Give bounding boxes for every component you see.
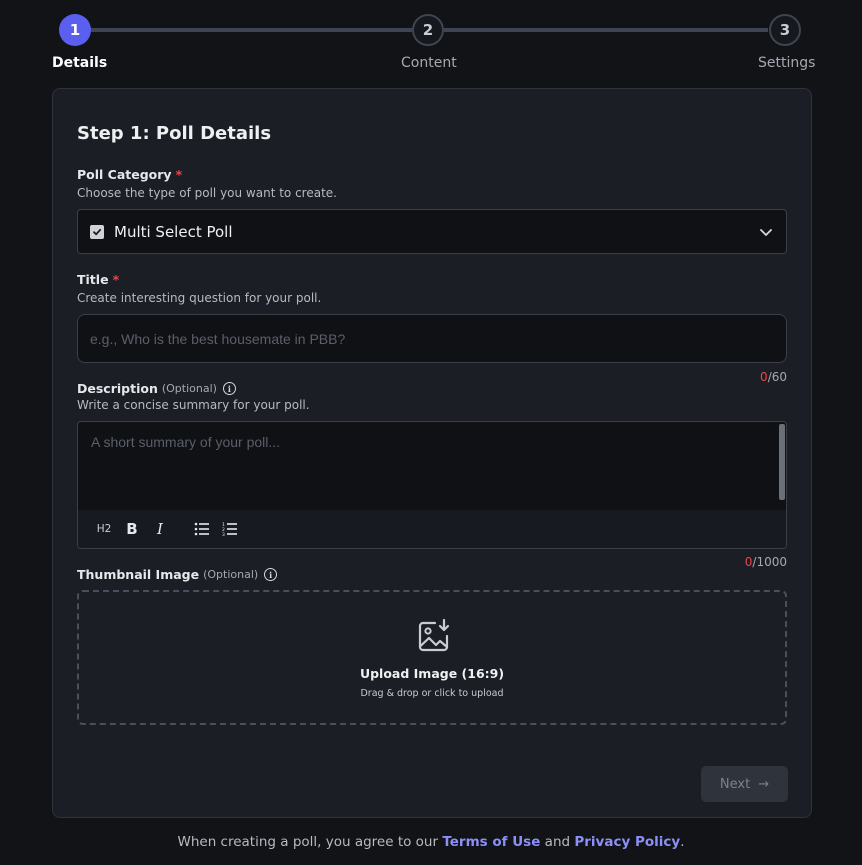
thumbnail-upload-dropzone[interactable]: Upload Image (16:9) Drag & drop or click…: [77, 590, 787, 725]
stepper: 1 2 3 Details Content Settings: [0, 0, 862, 80]
step-3-indicator[interactable]: 3: [769, 14, 801, 46]
optional-tag: (Optional): [203, 568, 259, 581]
next-button[interactable]: Next →: [701, 766, 788, 802]
heading-2-button[interactable]: H2: [90, 515, 118, 543]
title-label: Title *: [77, 272, 119, 287]
title-help: Create interesting question for your pol…: [77, 291, 322, 305]
step-2-indicator[interactable]: 2: [412, 14, 444, 46]
selected-category: Multi Select Poll: [114, 222, 233, 241]
step-3-label: Settings: [758, 55, 816, 71]
description-label: Description (Optional) i: [77, 381, 236, 396]
chevron-down-icon: [760, 229, 772, 236]
scrollbar[interactable]: [779, 424, 785, 500]
category-help: Choose the type of poll you want to crea…: [77, 186, 337, 200]
step-1-indicator[interactable]: 1: [59, 14, 91, 46]
description-placeholder: A short summary of your poll...: [91, 434, 281, 450]
description-char-counter: 0/1000: [745, 555, 787, 569]
step-2-label: Content: [401, 55, 457, 71]
title-input[interactable]: [77, 314, 787, 363]
upload-subtitle: Drag & drop or click to upload: [360, 688, 504, 699]
description-editor[interactable]: A short summary of your poll... H2 B I 1…: [77, 421, 787, 549]
svg-text:3: 3: [222, 532, 225, 536]
image-upload-icon: [418, 618, 450, 652]
thumbnail-label: Thumbnail Image (Optional) i: [77, 567, 278, 582]
description-count-max: /1000: [752, 555, 787, 569]
info-icon[interactable]: i: [264, 568, 278, 581]
category-label: Poll Category *: [77, 167, 182, 182]
next-label: Next: [719, 776, 751, 792]
step-connector: [444, 28, 768, 32]
description-label-text: Description: [77, 381, 158, 396]
numbered-list-icon: 1 2 3: [222, 522, 237, 536]
arrow-right-icon: →: [758, 776, 770, 792]
bullet-list-button[interactable]: [188, 515, 216, 543]
bullet-list-icon: [194, 522, 209, 536]
required-mark: *: [112, 272, 120, 287]
optional-tag: (Optional): [161, 382, 217, 395]
privacy-policy-link[interactable]: Privacy Policy: [574, 834, 680, 850]
title-char-counter: 0/60: [760, 370, 787, 384]
poll-details-card: Step 1: Poll Details Poll Category * Cho…: [52, 88, 812, 818]
title-count-current: 0: [760, 370, 768, 384]
thumbnail-label-text: Thumbnail Image: [77, 567, 200, 582]
footer-prefix: When creating a poll, you agree to our: [177, 834, 443, 850]
editor-toolbar: H2 B I 1 2 3: [78, 510, 786, 548]
form-title: Step 1: Poll Details: [77, 123, 272, 144]
footer-and: and: [540, 834, 575, 850]
italic-button[interactable]: I: [146, 515, 174, 543]
info-icon[interactable]: i: [222, 382, 236, 395]
description-help: Write a concise summary for your poll.: [77, 398, 310, 412]
title-count-max: /60: [767, 370, 787, 384]
step-1-label: Details: [52, 55, 108, 71]
step-connector: [90, 28, 412, 32]
poll-category-select[interactable]: Multi Select Poll: [77, 209, 787, 254]
category-label-text: Poll Category: [77, 167, 172, 182]
upload-title: Upload Image (16:9): [359, 666, 505, 681]
required-mark: *: [175, 167, 183, 182]
bold-button[interactable]: B: [118, 515, 146, 543]
terms-footer: When creating a poll, you agree to our T…: [0, 834, 862, 850]
footer-suffix: .: [680, 834, 685, 850]
checkbox-icon: [90, 224, 104, 239]
terms-of-use-link[interactable]: Terms of Use: [442, 834, 540, 850]
title-label-text: Title: [77, 272, 109, 287]
numbered-list-button[interactable]: 1 2 3: [216, 515, 244, 543]
